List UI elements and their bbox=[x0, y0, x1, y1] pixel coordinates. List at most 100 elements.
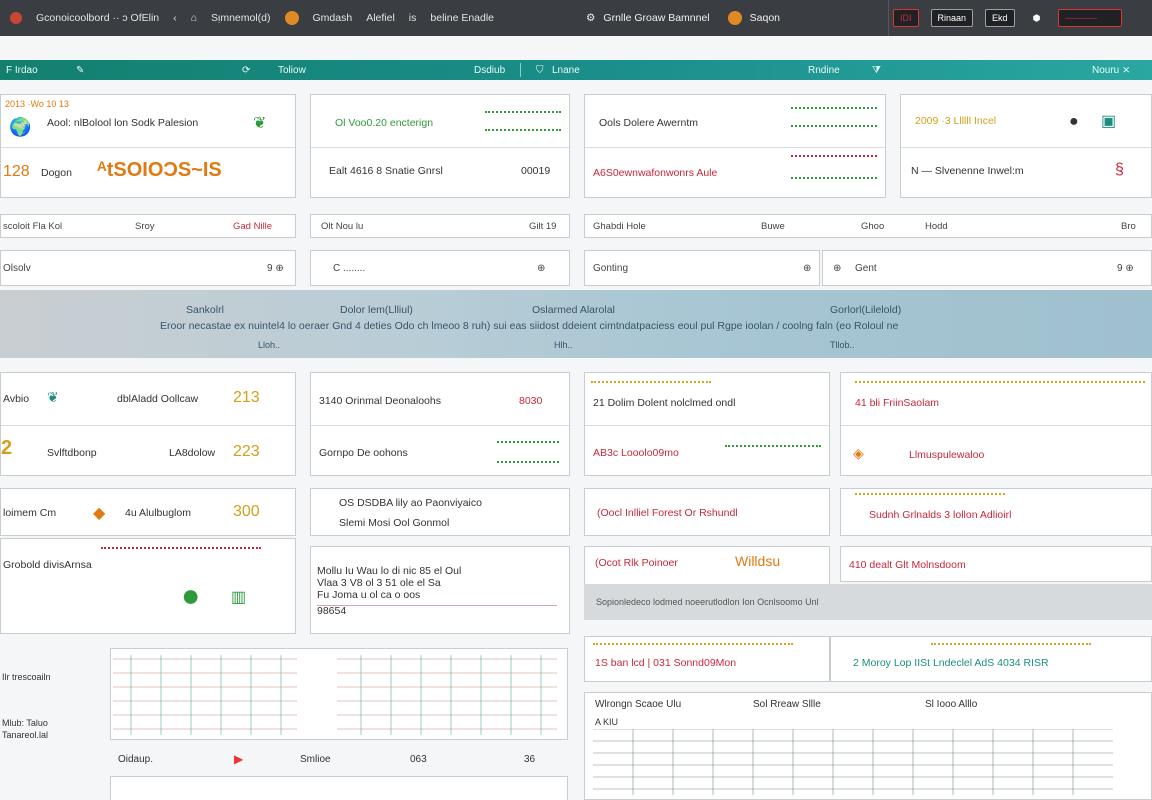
kpi-card[interactable]: Sudnh Grlnalds 3 lollon Adlioirl bbox=[840, 488, 1152, 536]
card-label: 3140 Orinmal Deonaloohs bbox=[319, 395, 441, 407]
card-line: Aool: nlBolool lon Sodk Palesion bbox=[47, 117, 199, 129]
chart-label: Oidaup. bbox=[118, 754, 154, 765]
card-value: 213 bbox=[233, 389, 260, 406]
banner-sub: Lloh.. bbox=[258, 340, 281, 350]
nav-item-home[interactable]: F Irdao bbox=[6, 65, 38, 76]
breadcrumb-item[interactable]: Sᴉmnemol(d) bbox=[211, 12, 271, 24]
status-icon bbox=[284, 11, 299, 25]
table-subheader: A KIU bbox=[595, 717, 619, 727]
breadcrumb-item[interactable]: Gmdash bbox=[313, 12, 353, 24]
kpi-card[interactable]: 41 bli FriinSaolam ◈ Llmuspulewaloo bbox=[840, 372, 1152, 476]
card-label: Dogon bbox=[41, 167, 72, 179]
breadcrumb-item[interactable]: is bbox=[409, 12, 417, 24]
kpi-card[interactable]: 21 Dolim Dolent nolclmed ondl AB3c Loool… bbox=[584, 372, 830, 476]
gear-icon[interactable]: ⚙ bbox=[586, 12, 595, 24]
nav-item-routine[interactable]: Rndine bbox=[808, 65, 840, 76]
kpi-card[interactable]: Grobold divisArnsa ● ▥ bbox=[0, 538, 296, 634]
drop-icon: ◈ bbox=[853, 445, 864, 461]
search-icon[interactable]: 9 ⊕ bbox=[267, 263, 284, 274]
run-button[interactable]: Rinaan bbox=[930, 9, 974, 27]
card-label: Svlftdbonp bbox=[47, 447, 97, 459]
sparkline bbox=[101, 547, 261, 549]
user-name[interactable]: Saqon bbox=[750, 12, 780, 24]
sparkline bbox=[791, 155, 877, 157]
sparkline bbox=[855, 493, 1005, 495]
nav-item-dashboard[interactable]: Dsdiub bbox=[474, 65, 505, 76]
card-label: LA8dolow bbox=[169, 447, 216, 459]
chart-label: Mlub: Taluo bbox=[2, 718, 48, 728]
alert-button[interactable]: IDI bbox=[893, 9, 919, 27]
card-label: AB3c Looolo09mo bbox=[593, 447, 679, 459]
settings-icon[interactable]: ⬢ bbox=[1027, 9, 1047, 27]
play-icon[interactable]: ▶ bbox=[234, 752, 243, 766]
search-icon[interactable]: ⊕ bbox=[833, 263, 841, 274]
search-icon[interactable]: 9 ⊕ bbox=[1117, 263, 1134, 274]
row-label: Ghoo bbox=[861, 220, 885, 232]
breadcrumb: Gconoicoolbord ·· ɔ OfElin ‹ ⌂ Sᴉmnemol(… bbox=[0, 11, 560, 25]
card-line: Vlaa 3 V8 ol 3 51 ole el Sa bbox=[317, 577, 441, 589]
nav-item-lane[interactable]: Lnane bbox=[552, 65, 580, 76]
search-icon[interactable]: ⊕ bbox=[537, 263, 545, 274]
row-label: Gilt 19 bbox=[529, 220, 557, 232]
progress-button[interactable]: ───── bbox=[1058, 9, 1123, 27]
banner-sub: Tllob.. bbox=[830, 340, 855, 350]
kpi-card[interactable]: Ools Dolere Awerntm A6S0ewnwafonwonrs Au… bbox=[584, 94, 886, 198]
sparkline bbox=[485, 129, 561, 131]
kpi-card[interactable]: OS DSDBA lily ao Paonviyaico Slemi Mosi … bbox=[310, 488, 570, 536]
breadcrumb-item[interactable]: Gconoicoolbord ·· ɔ OfElin bbox=[36, 12, 159, 24]
card-value: 223 bbox=[233, 443, 260, 460]
filter-input[interactable]: Gonting ⊕ bbox=[584, 250, 820, 286]
sparkline bbox=[485, 111, 561, 113]
home-icon[interactable]: ⌂ bbox=[191, 12, 197, 24]
kpi-card[interactable]: 2013 ·Wo 10 13 🌍 Aool: nlBolool lon Sodk… bbox=[0, 94, 296, 198]
sync-icon[interactable]: ⟳ bbox=[242, 65, 250, 76]
filter-row[interactable]: scoloit Fla Kol Sroy Gad Nille bbox=[0, 214, 296, 238]
pencil-icon[interactable]: ✎ bbox=[76, 65, 84, 76]
kpi-card[interactable]: Mollu Iu Wau lo di nic 85 el Oul Vlaa 3 … bbox=[310, 546, 570, 634]
chevron-left-icon[interactable]: ‹ bbox=[173, 12, 177, 24]
sparkline bbox=[855, 381, 1145, 383]
filter-input[interactable]: ⊕ Gent 9 ⊕ bbox=[822, 250, 1152, 286]
nav-item-new[interactable]: Nouru ⨯ bbox=[1092, 65, 1130, 76]
kpi-card[interactable]: 2009 ·3 Llllll Incel ● ▣ N — Slvenenne I… bbox=[900, 94, 1152, 198]
breadcrumb-item[interactable]: beline Enadle bbox=[430, 12, 494, 24]
grid-chart-svg bbox=[113, 655, 557, 735]
avatar-icon: ● bbox=[1069, 113, 1079, 130]
filter-input[interactable]: C ........ ⊕ bbox=[310, 250, 570, 286]
chart-icon: ▣ bbox=[1101, 113, 1117, 130]
user-avatar-icon[interactable] bbox=[727, 11, 742, 25]
grid-chart[interactable] bbox=[110, 648, 568, 740]
card-line: Ools Dolere Awerntm bbox=[599, 117, 699, 129]
kpi-card[interactable]: 2 Moroy Lop IISt Lndeclel AdS 4034 RISR bbox=[830, 636, 1152, 682]
filter-label: Olsolv bbox=[3, 262, 31, 274]
leaf-icon: ❦ bbox=[253, 115, 267, 132]
filter-icon[interactable]: ⧩ bbox=[872, 65, 881, 76]
globe-icon: 🌍 bbox=[9, 117, 32, 137]
search-icon[interactable]: ⊕ bbox=[803, 263, 811, 274]
card-label: (Ocot Rlk Poinoer bbox=[595, 557, 678, 569]
bar-icon: ▥ bbox=[231, 589, 247, 606]
kpi-card[interactable]: 3140 Orinmal Deonaloohs 8030 Gornpo De o… bbox=[310, 372, 570, 476]
kpi-card[interactable]: loimem Cm ◆ 4u Alulbuglom 300 bbox=[0, 488, 296, 536]
row-label: Buwe bbox=[761, 220, 785, 232]
nav-item-view[interactable]: Toliow bbox=[278, 65, 306, 76]
kpi-card[interactable]: (Oocl Inlliel Forest Or Rshundl bbox=[584, 488, 830, 536]
card-line: A6S0ewnwafonwonrs Aule bbox=[593, 167, 718, 179]
kpi-card[interactable]: 410 dealt Glt Molnsdoom bbox=[840, 546, 1152, 582]
breadcrumb-item[interactable]: Alefiel bbox=[366, 12, 395, 24]
card-value: 8030 bbox=[519, 395, 543, 407]
kpi-card[interactable]: 1S ban lcd | 031 Sonnd09Mon bbox=[584, 636, 830, 682]
data-table[interactable]: Wlrongn Scaoe Ulu Sol Rreaw Sllle Sl Ioo… bbox=[584, 692, 1152, 800]
edit-button[interactable]: Ekd bbox=[985, 9, 1015, 27]
chart-label: Tanareol.lal bbox=[2, 730, 49, 740]
card-value: 2 bbox=[1, 437, 13, 459]
filter-input[interactable]: Olsolv 9 ⊕ bbox=[0, 250, 296, 286]
filter-row[interactable]: Ghabdi Hole Buwe Ghoo Hodd Bro bbox=[584, 214, 1152, 238]
chart-label: 063 bbox=[410, 754, 427, 765]
kpi-card[interactable]: Ol Voo0.20 encterign Ealt 4616 8 Snatie … bbox=[310, 94, 570, 198]
card-label: 2 Moroy Lop IISt Lndeclel AdS 4034 RISR bbox=[853, 657, 1049, 669]
kpi-card[interactable]: Avbio ❦ dblAladd Oollcaw 213 2 Svlftdbon… bbox=[0, 372, 296, 476]
row-label: Ghabdi Hole bbox=[593, 220, 646, 232]
row-label: Hodd bbox=[925, 220, 948, 232]
filter-row[interactable]: Olt Nou lu Gilt 19 bbox=[310, 214, 570, 238]
